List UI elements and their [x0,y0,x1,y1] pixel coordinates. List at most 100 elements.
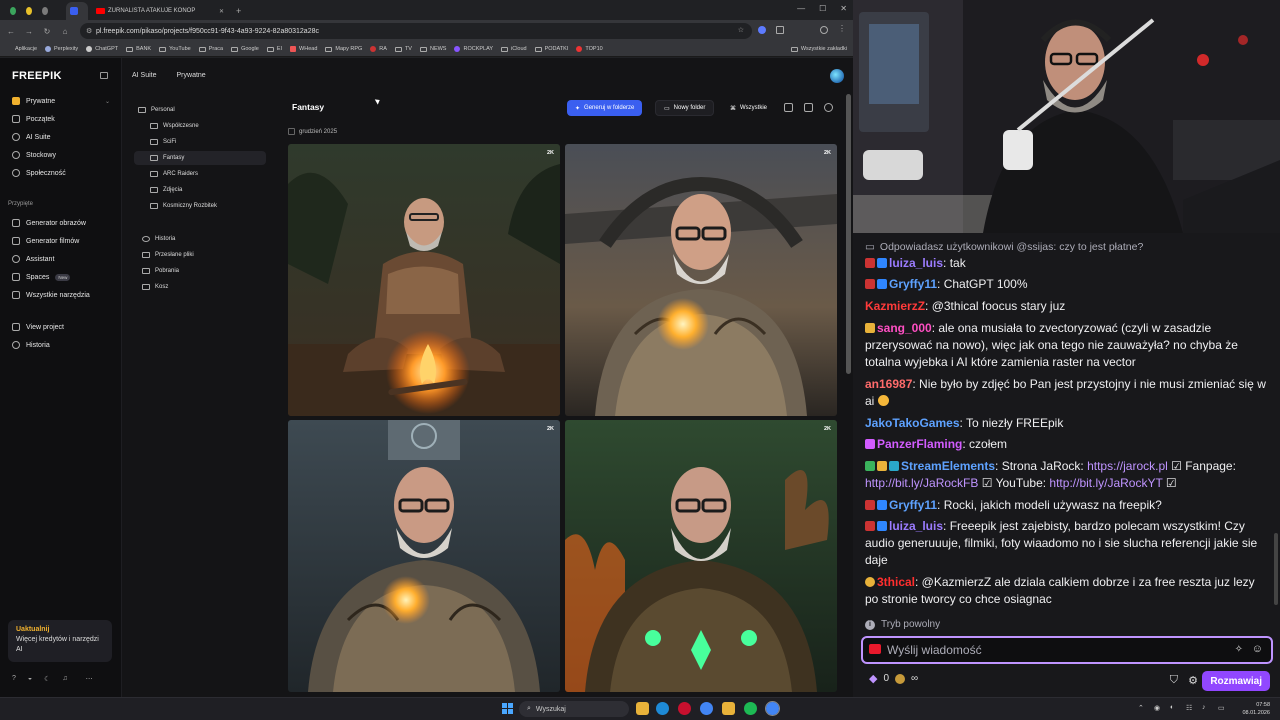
tray-app-icon[interactable]: ◉ [1154,704,1160,712]
tree-folder[interactable]: Współczesne [150,119,199,133]
chat-input[interactable]: Wyślij wiadomość ✧ ☺ [861,636,1273,664]
extensions-puzzle-icon[interactable] [776,26,784,34]
spotify-icon[interactable] [744,702,757,715]
shield-icon[interactable]: ⛉ [1170,674,1178,687]
tab-4-active[interactable] [66,2,88,20]
network-icon[interactable]: ☷ [1186,704,1192,712]
tree-history[interactable]: Historia [142,232,175,246]
generate-in-folder-button[interactable]: ✦ Generuj w folderze [567,100,643,116]
minimize-icon[interactable]: — [797,4,805,13]
taskbar-search[interactable]: ⌕ Wyszukaj [519,701,629,717]
bookmark-item[interactable]: WHead [290,46,317,52]
upgrade-card[interactable]: Uaktualnij Więcej kredytów i narzędzi AI [8,620,112,662]
profile-icon[interactable] [820,26,828,34]
back-icon[interactable]: ← [4,27,18,36]
new-folder-button[interactable]: ▭ Nowy folder [655,100,715,116]
new-tab-button[interactable]: + [232,2,244,20]
pinned-assistant[interactable]: Assistant [12,252,54,266]
workspace-selector[interactable]: Prywatne ⌄ [12,94,110,108]
forward-icon[interactable]: → [22,27,36,36]
bookmark-item[interactable]: ChatGPT [86,46,118,52]
bookmark-folder[interactable]: PODATKI [534,46,568,52]
video-icon[interactable] [869,644,881,654]
tab-2[interactable] [22,2,36,20]
tray-chevron-icon[interactable]: ⌃ [1138,704,1144,712]
tab-3[interactable] [38,2,52,20]
tree-folder-selected[interactable]: Fantasy [134,151,266,165]
tree-downloads[interactable]: Pobrania [142,264,179,278]
user-avatar[interactable] [830,69,844,83]
tray-app-icon[interactable]: ◐ [1170,704,1174,711]
close-tab-icon[interactable]: ✕ [219,8,224,15]
filter-all-button[interactable]: ⌘ Wszystkie [722,100,775,116]
chat-username[interactable]: PanzerFlaming [877,437,962,451]
bookmark-item[interactable]: Perplexity [45,46,78,52]
chat-username[interactable]: 3thical [877,575,915,589]
nav-view-project[interactable]: View project [12,320,64,334]
bookmark-folder[interactable]: YouTube [159,46,191,52]
all-bookmarks[interactable]: Wszystkie zakładki [790,46,847,52]
chat-username[interactable]: sang_000 [877,321,932,335]
address-bar[interactable]: ⚙ pl.freepik.com/pikaso/projects/f950cc9… [80,23,752,39]
chat-username[interactable]: luiza_luis [889,256,943,270]
breadcrumb-private[interactable]: Prywatne [177,72,206,79]
tree-trash[interactable]: Kosz [142,280,168,294]
opera-icon[interactable] [678,702,691,715]
more-icon[interactable]: ⋯ [86,675,93,683]
bookmark-folder[interactable]: BANK [126,46,151,52]
image-tile[interactable]: 2K [288,420,560,692]
bookmark-folder[interactable]: iCloud [501,46,527,52]
theme-icon[interactable]: ☾ [44,675,50,683]
bookmark-star-icon[interactable]: ☆ [738,26,744,34]
chat-scrollbar[interactable] [1274,533,1278,605]
chat-username[interactable]: JakoTakoGames [865,416,960,430]
tree-folder[interactable]: ARC Raiders [150,167,198,181]
chat-send-button[interactable]: Rozmawiaj [1202,671,1270,691]
chat-username[interactable]: Gryffy11 [889,498,937,512]
bookmark-item[interactable]: RA [370,46,387,52]
breadcrumb-ai-suite[interactable]: AI Suite [132,72,157,79]
notifications-icon[interactable]: ♫ [62,675,67,683]
nav-stock[interactable]: Stockowy [12,148,56,162]
settings-sliders-icon[interactable] [804,103,813,112]
nav-community[interactable]: Społeczność [12,166,66,180]
tree-folder[interactable]: Zdjęcia [150,183,182,197]
clock[interactable]: 07:58 08.01.2026 [1242,701,1270,717]
chat-username[interactable]: StreamElements [901,459,995,473]
bookmark-folder[interactable]: Google [231,46,259,52]
image-tile[interactable]: 2K [565,144,837,416]
nav-home[interactable]: Początek [12,112,55,126]
sparkle-icon[interactable]: ✧ [1235,644,1243,655]
nav-history[interactable]: Historia [12,338,50,352]
tree-uploads[interactable]: Przesłane pliki [142,248,194,262]
channel-points[interactable]: ◆ 0 ∞ [869,672,918,685]
image-tile[interactable]: 2K [288,144,560,416]
chat-username[interactable]: an16987 [865,377,912,391]
tab-youtube[interactable]: ZURNALISTA ATAKUJE KONOP ✕ [92,2,228,20]
chrome-icon[interactable] [700,702,713,715]
extension-icon[interactable] [758,26,766,34]
search-icon[interactable] [824,103,833,112]
bookmark-folder[interactable]: NEWS [419,46,446,52]
image-tile[interactable]: 2K [565,420,837,692]
select-group-checkbox[interactable] [288,128,295,135]
chat-link[interactable]: https://jarock.pl [1087,459,1168,473]
tab-1[interactable] [6,2,20,20]
bookmark-folder[interactable]: TV [394,46,412,52]
grid-view-icon[interactable] [784,103,793,112]
page-scrollbar[interactable] [846,94,851,374]
emoji-picker-icon[interactable]: ☺ [1252,643,1263,655]
freepik-logo[interactable]: FREEPIK [12,70,62,82]
windows-start-icon[interactable] [502,703,513,714]
home-icon[interactable]: ⌂ [58,27,72,36]
tree-root-personal[interactable]: Personal [138,103,175,117]
bookmark-item[interactable]: TOP10 [576,46,603,52]
tree-folder[interactable]: Kosmiczny Rozbitek [150,199,217,213]
pinned-spaces[interactable]: Spaces New [12,270,71,284]
battery-icon[interactable]: ▭ [1218,704,1225,712]
chat-username[interactable]: luiza_luis [889,519,943,533]
chat-link[interactable]: http://bit.ly/JaRockFB [865,476,978,490]
reload-icon[interactable]: ↻ [40,27,54,36]
collapse-sidebar-icon[interactable] [100,72,108,79]
help-icon[interactable]: ? [12,675,16,683]
